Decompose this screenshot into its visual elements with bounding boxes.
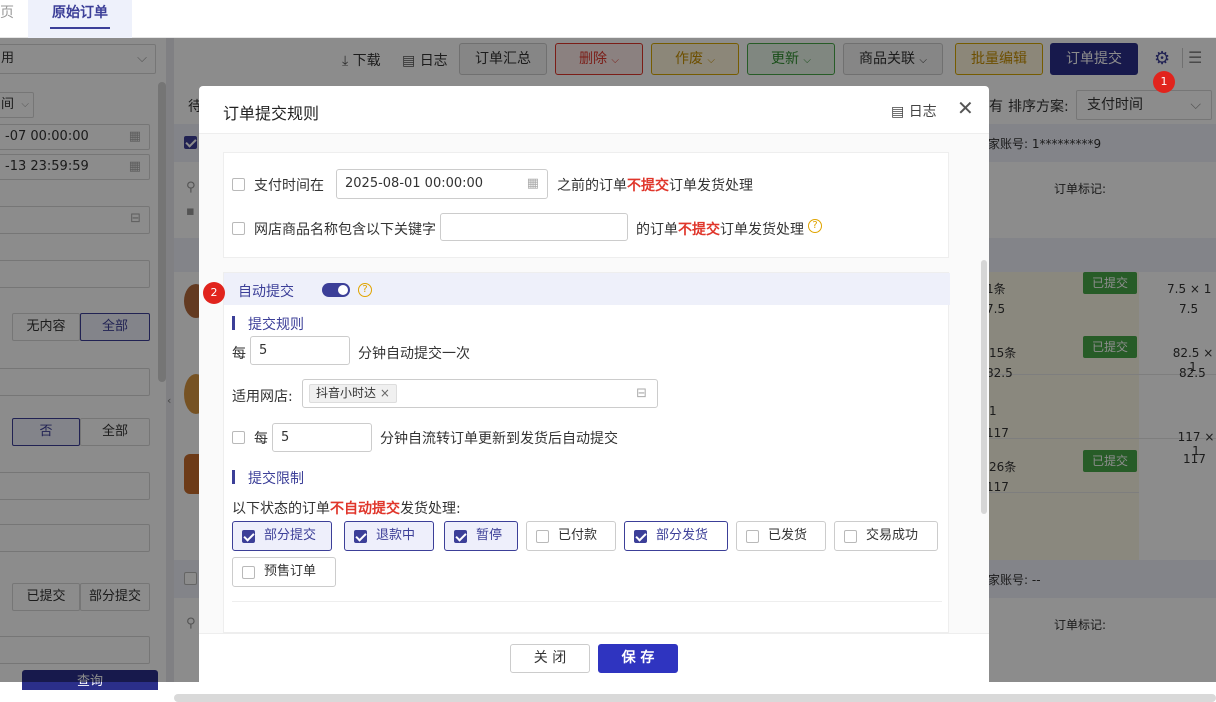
tab-previous[interactable]: 页 <box>0 0 20 38</box>
modal-header: 订单提交规则 ▤ 日志 ✕ <box>199 86 989 134</box>
modal-body: 支付时间在 2025-08-01 00:00:00 ▦ 之前的订单不提交订单发货处… <box>199 134 989 633</box>
status-checkbox <box>746 530 759 543</box>
auto-submit-toggle[interactable] <box>322 283 350 297</box>
status-partial-ship[interactable]: 部分发货 <box>624 521 728 551</box>
status-checkbox <box>242 566 255 579</box>
limit-prefix: 以下状态的订单 <box>232 501 330 517</box>
calendar-icon: ▦ <box>526 176 539 191</box>
shop-select[interactable]: 抖音小时达 × ⊟ <box>302 379 658 408</box>
toggle-knob <box>338 285 348 295</box>
status-checkbox <box>634 530 647 543</box>
modal-log-label: 日志 <box>908 104 937 120</box>
status-checkbox <box>454 530 467 543</box>
rule1-red: 不提交 <box>627 178 669 194</box>
status-trade-success[interactable]: 交易成功 <box>834 521 938 551</box>
status-label: 部分发货 <box>656 528 709 543</box>
status-label: 已付款 <box>558 528 598 543</box>
section-bar <box>232 316 235 330</box>
status-checkbox <box>536 530 549 543</box>
rule1-mid: 之前的订单 <box>557 178 627 194</box>
shop-tag: 抖音小时达 × <box>309 384 397 403</box>
status-paused[interactable]: 暂停 <box>444 521 518 551</box>
status-label: 部分提交 <box>264 528 317 543</box>
status-checkbox <box>354 530 367 543</box>
rule1-date-value: 2025-08-01 00:00:00 <box>345 176 484 191</box>
flow-minutes-input[interactable]: 5 <box>272 423 372 452</box>
save-button[interactable]: 保 存 <box>598 644 678 673</box>
clipboard-icon: ▤ <box>891 104 905 120</box>
keyword-input[interactable] <box>440 213 628 241</box>
section-bar <box>232 470 235 484</box>
rule2-checkbox[interactable] <box>232 222 245 235</box>
status-label: 预售订单 <box>264 564 317 579</box>
rule1-suffix: 订单发货处理 <box>669 178 753 194</box>
every-label: 每 <box>232 346 246 362</box>
status-label: 退款中 <box>376 528 416 543</box>
every-suffix: 分钟自动提交一次 <box>358 346 470 362</box>
submit-rule-title: 提交规则 <box>248 317 304 333</box>
status-checkbox <box>242 530 255 543</box>
rule1-date-input[interactable]: 2025-08-01 00:00:00 ▦ <box>336 169 548 199</box>
annotation-marker-2: 2 <box>203 282 225 304</box>
store-icon: ⊟ <box>636 386 647 401</box>
status-checkbox <box>844 530 857 543</box>
help-icon[interactable]: ? <box>358 283 372 297</box>
rule2-red: 不提交 <box>678 222 720 238</box>
rule2-mid: 的订单 <box>636 222 678 238</box>
modal-title: 订单提交规则 <box>223 104 320 123</box>
rule-card: 支付时间在 2025-08-01 00:00:00 ▦ 之前的订单不提交订单发货处… <box>223 152 949 258</box>
status-presale[interactable]: 预售订单 <box>232 557 336 587</box>
rule2-text: 的订单不提交订单发货处理 <box>636 219 804 239</box>
rule2-prefix: 网店商品名称包含以下关键字 <box>254 222 436 238</box>
rule1-prefix: 支付时间在 <box>254 178 324 194</box>
annotation-marker-1: 1 <box>1153 71 1175 93</box>
tag-close-icon[interactable]: × <box>380 386 390 400</box>
minutes-input[interactable]: 5 <box>250 336 350 365</box>
horizontal-scrollbar[interactable] <box>174 694 1216 702</box>
modal-scrollbar[interactable] <box>981 260 987 514</box>
flow-checkbox[interactable] <box>232 431 245 444</box>
shop-label: 适用网店: <box>232 389 293 405</box>
rule1-text: 之前的订单不提交订单发货处理 <box>557 175 753 195</box>
status-refunding[interactable]: 退款中 <box>344 521 434 551</box>
close-button[interactable]: 关 闭 <box>510 644 590 673</box>
status-label: 交易成功 <box>866 528 919 543</box>
limit-red: 不自动提交 <box>330 501 400 517</box>
status-shipped[interactable]: 已发货 <box>736 521 826 551</box>
status-partial-submit[interactable]: 部分提交 <box>232 521 332 551</box>
status-label: 暂停 <box>476 528 503 543</box>
limit-title: 提交限制 <box>248 471 304 487</box>
status-paid[interactable]: 已付款 <box>526 521 616 551</box>
auto-submit-card: 自动提交 ? 提交规则 每 5 分钟自动提交一次 适用网店: 抖音小时达 × ⊟… <box>223 272 950 633</box>
tab-original-orders[interactable]: 原始订单 <box>28 0 132 38</box>
divider <box>232 601 942 602</box>
limit-text: 以下状态的订单不自动提交发货处理: <box>232 498 461 518</box>
tab-bar: 页 原始订单 <box>0 0 1216 38</box>
flow-every-label: 每 <box>254 431 268 447</box>
limit-suffix: 发货处理: <box>400 501 461 517</box>
auto-submit-label: 自动提交 <box>238 284 294 300</box>
status-label: 已发货 <box>768 528 808 543</box>
rule2-suffix: 订单发货处理 <box>720 222 804 238</box>
rule1-checkbox[interactable] <box>232 178 245 191</box>
modal-log-button[interactable]: ▤ 日志 <box>891 101 937 121</box>
submit-rules-modal: 订单提交规则 ▤ 日志 ✕ 支付时间在 2025-08-01 00:00:00 ▦… <box>199 86 989 682</box>
shop-tag-label: 抖音小时达 <box>316 386 377 400</box>
close-icon[interactable]: ✕ <box>957 96 974 120</box>
help-icon[interactable]: ? <box>808 219 822 233</box>
flow-suffix: 分钟自流转订单更新到发货后自动提交 <box>380 431 618 447</box>
modal-footer: 关 闭 保 存 <box>199 633 989 682</box>
